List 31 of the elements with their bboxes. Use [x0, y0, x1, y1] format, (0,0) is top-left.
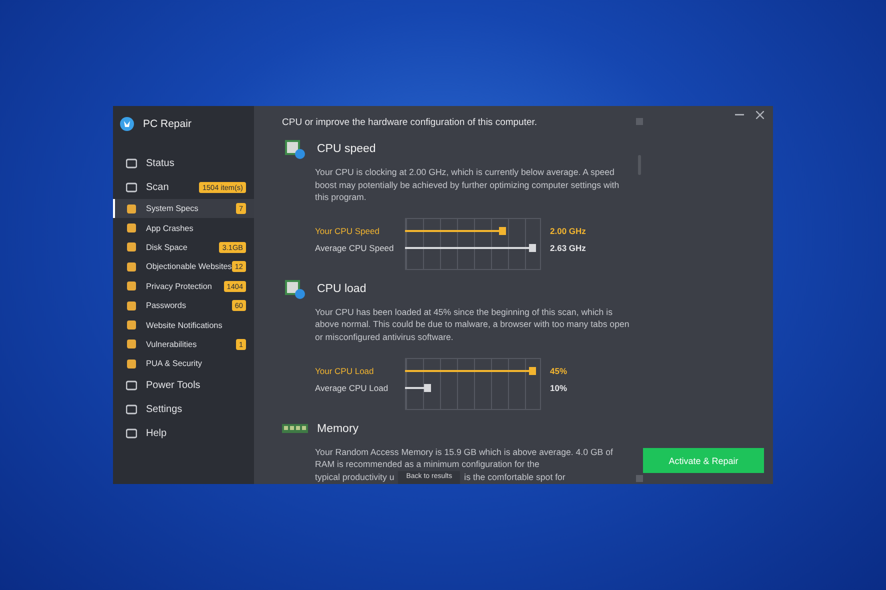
sidebar-item[interactable]: Help: [113, 422, 254, 446]
sidebar-item[interactable]: Power Tools: [113, 374, 254, 398]
section-description: Your CPU has been loaded at 45% since the beginning of this scan, which is above normal. This could be due to malware, a browser with too many tabs open or misconfigured antivirus software.: [315, 306, 630, 344]
scroll-up-button[interactable]: [636, 118, 642, 125]
meter-reading: 2.00 GHz: [550, 226, 586, 236]
section-title: Memory: [317, 422, 359, 435]
app-title: PC Repair: [143, 118, 192, 130]
sidebar-item[interactable]: App Crashes: [113, 218, 254, 238]
section-title: CPU speed: [317, 143, 376, 155]
intro-text: CPU or improve the hardware configuration of this computer.: [282, 117, 538, 128]
meter-reading: 2.63 GHz: [550, 243, 586, 254]
meter-label: Average CPU Speed: [315, 243, 395, 254]
sidebar-item[interactable]: Settings: [113, 398, 254, 422]
meter-reading: 45%: [550, 366, 568, 376]
section-description: is the comfortable spot for: [464, 470, 566, 484]
section-title: CPU load: [317, 282, 366, 295]
minimize-icon[interactable]: [735, 114, 744, 116]
meter-label: Your CPU Load: [315, 366, 375, 376]
memory-module-icon: [282, 422, 308, 435]
meter-reading: 10%: [550, 383, 568, 394]
section-description: Your CPU is clocking at 2.00 GHz, which is currently below average. A speed boost may potentially be achieved by further optimizing computer settings with this program.: [315, 166, 620, 204]
sidebar-item[interactable]: PUA & Security: [113, 354, 254, 374]
sidebar-item[interactable]: Website Notifications: [113, 315, 254, 335]
meter-label: Your CPU Speed: [315, 226, 380, 236]
close-icon[interactable]: [756, 110, 764, 118]
sidebar-item[interactable]: Status: [113, 151, 254, 175]
chip-icon: [282, 278, 308, 299]
meter-label: Average CPU Load: [315, 383, 390, 394]
scroll-down-button[interactable]: [636, 475, 642, 482]
section-description: typical productivity u: [315, 470, 394, 484]
chip-icon: [282, 139, 308, 159]
